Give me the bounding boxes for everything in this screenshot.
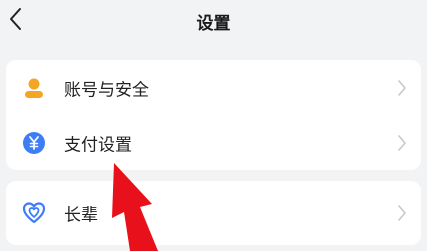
elder-mode-label: 长辈 (64, 205, 98, 226)
elder-mode-row[interactable]: 长辈 (6, 181, 421, 245)
payment-settings-label: 支付设置 (64, 135, 132, 155)
settings-group-1: 账号与安全 支付设置 (6, 60, 421, 170)
chevron-right-icon (398, 79, 406, 96)
payment-settings-row[interactable]: 支付设置 (6, 115, 421, 170)
account-security-label: 账号与安全 (64, 80, 149, 100)
nav-header: 设置 (0, 0, 427, 46)
yuan-icon (23, 131, 45, 154)
chevron-right-icon (398, 205, 406, 221)
page-title: 设置 (196, 14, 231, 34)
heart-icon (22, 202, 46, 224)
chevron-right-icon (398, 134, 406, 151)
account-security-row[interactable]: 账号与安全 (6, 60, 421, 115)
settings-group-2: 长辈 (6, 181, 421, 245)
person-icon (25, 78, 43, 98)
